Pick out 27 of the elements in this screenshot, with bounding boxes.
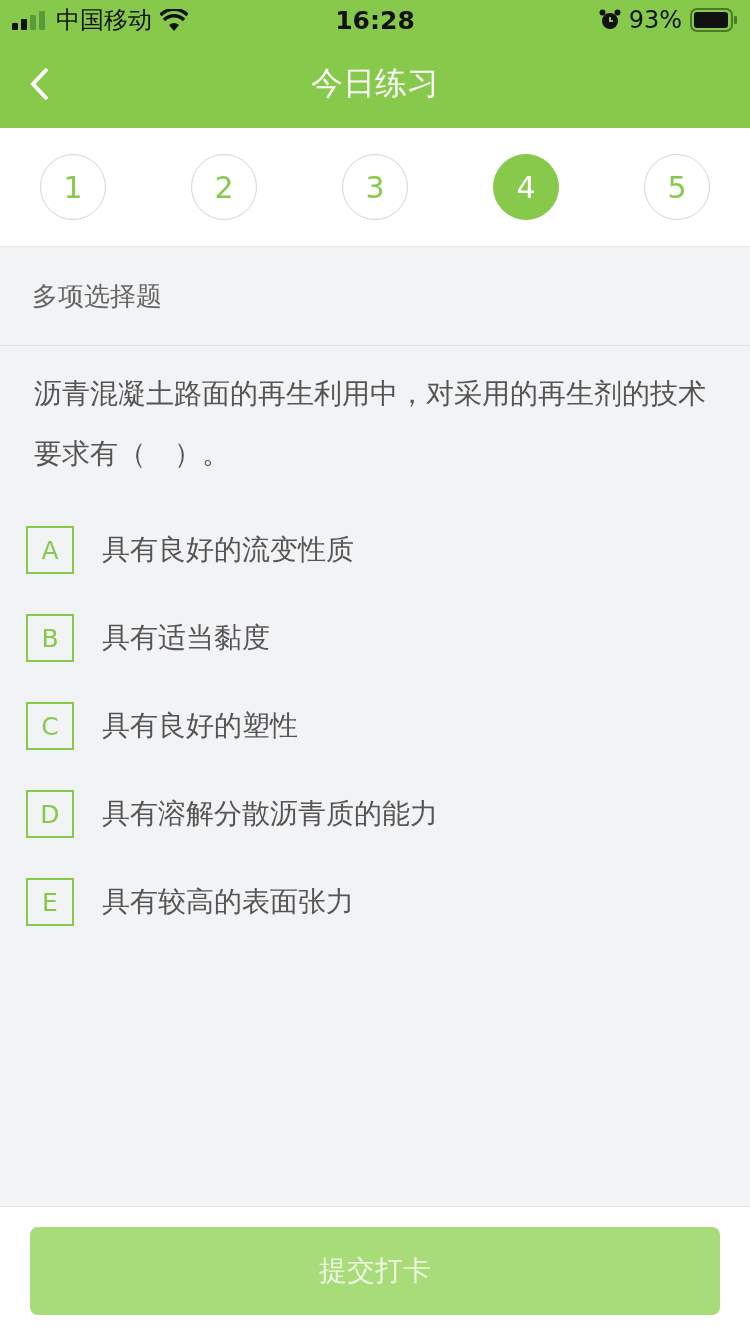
option-checkbox[interactable]: D bbox=[26, 790, 74, 838]
option-checkbox[interactable]: B bbox=[26, 614, 74, 662]
battery-icon bbox=[690, 8, 738, 32]
status-time: 16:28 bbox=[334, 5, 416, 35]
question-number-tab[interactable]: 5 bbox=[644, 154, 710, 220]
option-checkbox[interactable]: E bbox=[26, 878, 74, 926]
option-text[interactable]: 具有良好的流变性质 bbox=[102, 531, 354, 569]
page-title: 今日练习 bbox=[310, 63, 440, 104]
alarm-icon bbox=[598, 9, 621, 31]
question-number-tab[interactable]: 2 bbox=[191, 154, 257, 220]
battery-percent: 93% bbox=[628, 6, 682, 34]
back-icon bbox=[30, 67, 50, 101]
wifi-icon bbox=[160, 9, 188, 31]
option-checkbox[interactable]: A bbox=[26, 526, 74, 574]
question-number-tab[interactable]: 1 bbox=[40, 154, 106, 220]
carrier-name: 中国移动 bbox=[56, 5, 152, 36]
option-text[interactable]: 具有溶解分散沥青质的能力 bbox=[102, 795, 438, 833]
back-button[interactable] bbox=[30, 67, 50, 101]
signal-icon bbox=[12, 10, 48, 30]
option-text[interactable]: 具有良好的塑性 bbox=[102, 707, 298, 745]
option-text[interactable]: 具有适当黏度 bbox=[102, 619, 270, 657]
question-number-tab[interactable]: 3 bbox=[342, 154, 408, 220]
option-text[interactable]: 具有较高的表面张力 bbox=[102, 883, 354, 921]
question-type: 多项选择题 bbox=[0, 247, 750, 346]
question-number-tab[interactable]: 4 bbox=[493, 154, 559, 220]
question-text: 沥青混凝土路面的再生利用中，对采用的再生剂的技术要求有（ ）。 bbox=[34, 376, 707, 472]
option-checkbox[interactable]: C bbox=[26, 702, 74, 750]
